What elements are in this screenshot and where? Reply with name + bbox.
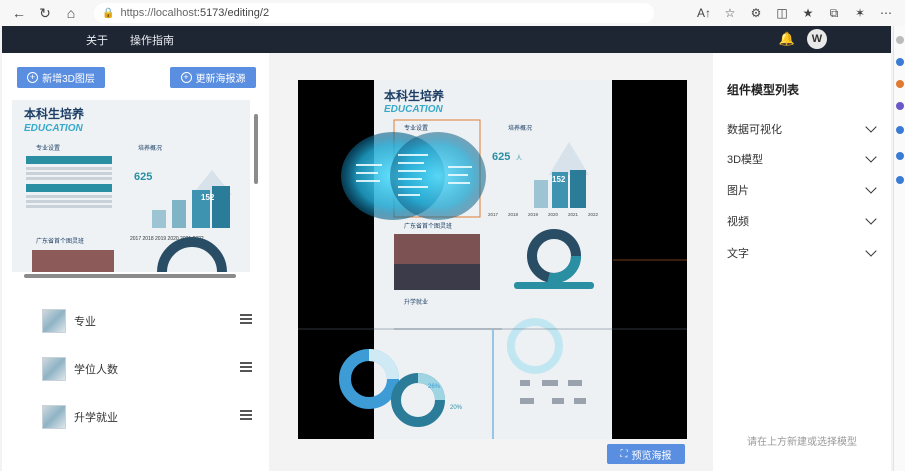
search-icon[interactable] [896, 36, 904, 44]
svg-text:152: 152 [201, 193, 215, 202]
url-path: :5173/editing/2 [196, 7, 270, 19]
browser-toolbar-right: A↑ ☆ ⚙ ◫ ★ ⧉ ✶ ⋯ [693, 2, 897, 24]
sidebar-app-icon[interactable] [896, 152, 904, 160]
sidebar-app-icon[interactable] [896, 102, 904, 110]
chevron-down-icon [865, 182, 877, 194]
scroll-thumb[interactable] [254, 114, 258, 184]
poster-thumbnail[interactable]: 本科生培养 EDUCATION 专业设置 广东省首个图灵班 培养概况 625 1… [12, 100, 250, 272]
extension-icon[interactable]: ⚙ [745, 2, 767, 24]
svg-text:培养概况: 培养概况 [138, 144, 162, 152]
editor-area: 本科生培养 EDUCATION 专业设置 培养概况 625 人 152 2017… [269, 53, 713, 471]
thumbnail-vertical-scrollbar[interactable] [252, 100, 260, 272]
editing-canvas[interactable]: 本科生培养 EDUCATION 专业设置 培养概况 625 人 152 2017… [298, 80, 687, 439]
update-poster-label: 更新海报源 [195, 74, 246, 85]
svg-text:专业设置: 专业设置 [36, 144, 60, 152]
sidebar-app-icon[interactable] [896, 126, 904, 134]
lock-icon: 🔒 [102, 7, 115, 19]
app-header: 关于 操作指南 🔔 W [2, 26, 891, 53]
layer-thumbnail [42, 405, 66, 429]
preview-poster-label: 预览海报 [631, 450, 672, 462]
shield-icon[interactable]: ✶ [849, 2, 871, 24]
category-label: 文字 [727, 248, 749, 260]
category-image[interactable]: 图片 [727, 181, 879, 199]
category-data-viz[interactable]: 数据可视化 [727, 120, 879, 138]
split-screen-icon[interactable]: ◫ [771, 2, 793, 24]
add-3d-layer-button[interactable]: + 新增3D图层 [17, 67, 105, 88]
layer-label: 升学就业 [74, 412, 118, 424]
ring-percent: 26% [428, 384, 441, 390]
bell-icon[interactable]: 🔔 [779, 31, 795, 47]
collections-icon[interactable]: ⧉ [823, 2, 845, 24]
menu-icon[interactable] [240, 362, 252, 372]
menu-guide[interactable]: 操作指南 [130, 32, 174, 48]
url-host: https://localhost [120, 7, 197, 19]
more-icon[interactable]: ⋯ [875, 2, 897, 24]
fullscreen-icon: ⛶ [620, 448, 628, 460]
layer-label: 学位人数 [74, 364, 118, 376]
back-icon[interactable]: ← [6, 2, 32, 24]
chevron-down-icon [865, 245, 877, 257]
menu-about[interactable]: 关于 [86, 32, 108, 48]
empty-hint: 请在上方新建或选择模型 [747, 437, 857, 448]
plus-icon: + [27, 72, 39, 83]
browser-toolbar: ← ↻ ⌂ 🔒 https://localhost:5173/editing/2… [0, 0, 905, 26]
category-label: 3D模型 [727, 154, 764, 166]
layer-label: 专业 [74, 316, 96, 328]
category-label: 图片 [727, 185, 749, 197]
category-label: 数据可视化 [727, 124, 782, 136]
svg-text:625: 625 [134, 171, 152, 183]
chevron-down-icon [865, 121, 877, 133]
category-video[interactable]: 视频 [727, 212, 879, 230]
browser-sidebar [893, 26, 905, 471]
chevron-down-icon [865, 213, 877, 225]
header-menu: 关于 操作指南 [86, 32, 174, 48]
layer-item-degree-count[interactable]: 学位人数 [42, 356, 258, 382]
thumb-subtitle: EDUCATION [24, 123, 83, 134]
thumb-title: 本科生培养 [24, 106, 84, 121]
sidebar-app-icon[interactable] [896, 176, 904, 184]
chevron-down-icon [865, 151, 877, 163]
hologram-sphere-right [390, 132, 486, 220]
avatar[interactable]: W [807, 29, 827, 49]
3d-layer-overlays: 26% [298, 132, 687, 439]
preview-poster-button[interactable]: ⛶ 预览海报 [607, 444, 685, 464]
layer-item-career[interactable]: 升学就业 [42, 404, 258, 430]
scroll-thumb[interactable] [24, 274, 236, 278]
sidebar-app-icon[interactable] [896, 58, 904, 66]
home-icon[interactable]: ⌂ [58, 2, 84, 24]
category-label: 视频 [727, 216, 749, 228]
add-3d-layer-label: 新增3D图层 [42, 74, 95, 85]
read-aloud-icon[interactable]: A↑ [693, 2, 715, 24]
refresh-icon[interactable]: ↻ [32, 2, 58, 24]
layer-thumbnail [42, 357, 66, 381]
update-poster-button[interactable]: + 更新海报源 [170, 67, 256, 88]
favorite-icon[interactable]: ☆ [719, 2, 741, 24]
component-panel-title: 组件模型列表 [727, 83, 800, 97]
component-panel: 组件模型列表 数据可视化 3D模型 图片 视频 文字 请在上方新建或选择模型 [713, 53, 891, 471]
favorites-bar-icon[interactable]: ★ [797, 2, 819, 24]
menu-icon[interactable] [240, 410, 252, 420]
category-3d-model[interactable]: 3D模型 [727, 150, 879, 168]
svg-text:广东省首个图灵班: 广东省首个图灵班 [36, 237, 84, 245]
sidebar-app-icon[interactable] [896, 80, 904, 88]
plus-icon: + [180, 72, 192, 83]
menu-icon[interactable] [240, 314, 252, 324]
layer-item-major[interactable]: 专业 [42, 308, 258, 334]
layer-panel: + 新增3D图层 + 更新海报源 本科生培养 EDUCATION 专业设置 广东… [2, 53, 269, 471]
category-text[interactable]: 文字 [727, 244, 879, 262]
thumbnail-horizontal-scrollbar[interactable] [12, 272, 250, 280]
address-bar[interactable]: 🔒 https://localhost:5173/editing/2 [94, 3, 654, 23]
layer-thumbnail [42, 309, 66, 333]
